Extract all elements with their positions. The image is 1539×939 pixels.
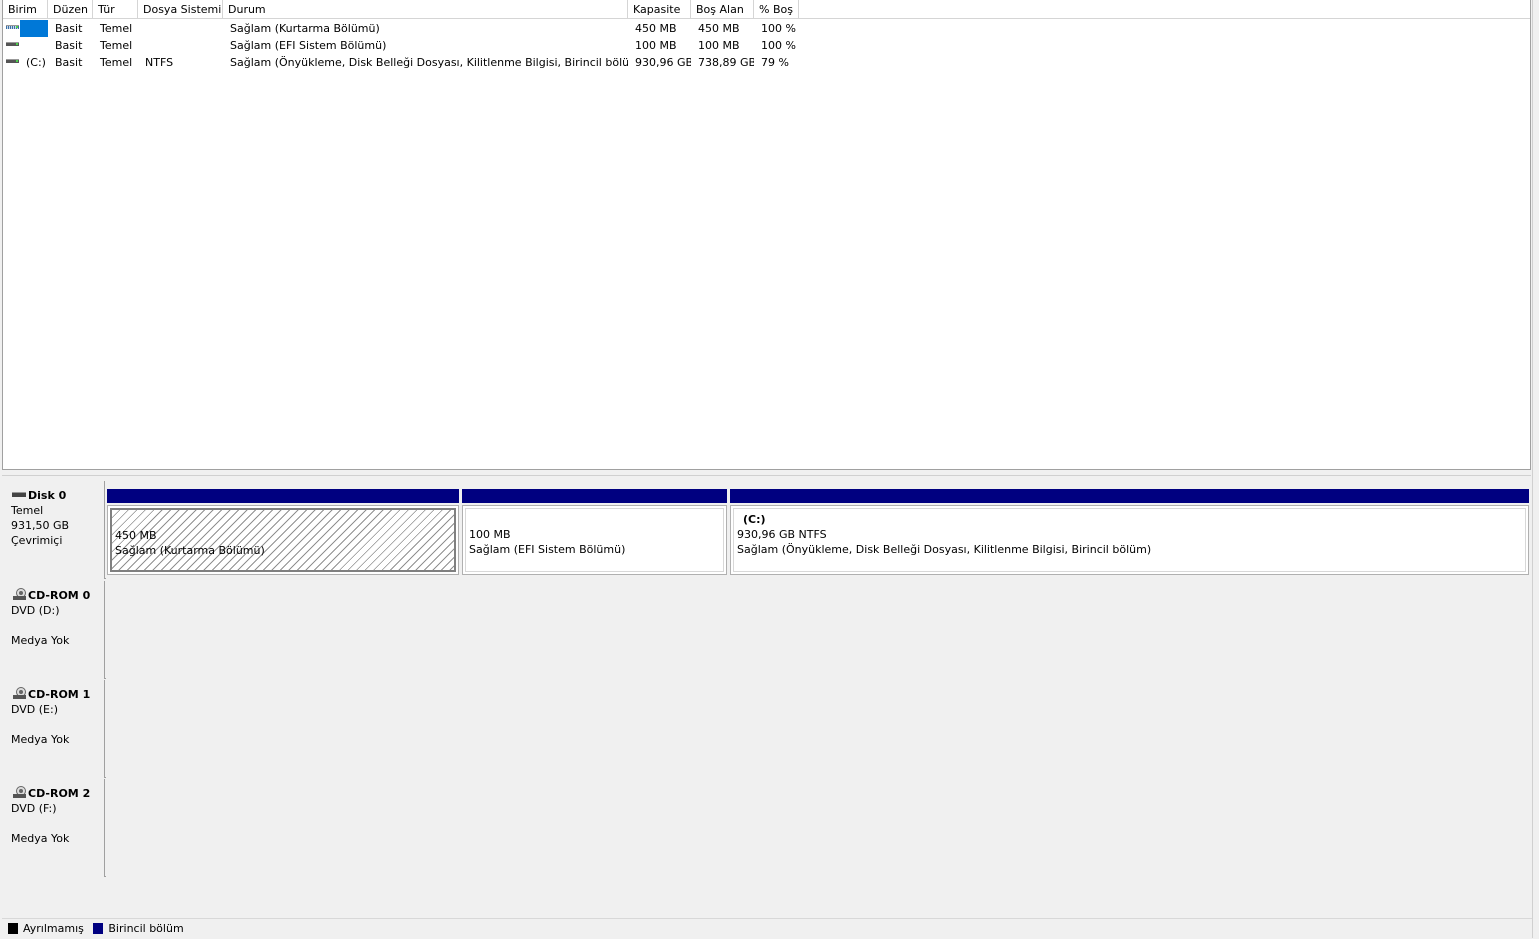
cd-rom-2-body — [106, 779, 1532, 877]
partition-content: 450 MB Sağlam (Kurtarma Bölümü) — [110, 508, 456, 572]
disk-status: Medya Yok — [11, 832, 70, 845]
partition-status: Sağlam (Kurtarma Bölümü) — [115, 544, 265, 557]
cd-rom-0-body — [106, 581, 1532, 679]
column-header-duzen[interactable]: Düzen — [48, 0, 93, 19]
cell-bos-alan: 738,89 GB — [698, 56, 754, 69]
partition-label: (C:) — [743, 513, 766, 526]
cell-kapasite: 450 MB — [635, 22, 677, 35]
column-header-tur[interactable]: Tür — [93, 0, 138, 19]
cell-tur: Temel — [100, 22, 133, 35]
column-header-row: Birim Düzen Tür Dosya Sistemi Durum Kapa… — [3, 0, 1530, 19]
volume-icon — [6, 59, 19, 65]
disk-name: CD-ROM 2 — [28, 787, 91, 800]
disk-row-disk-0: Disk 0 Temel 931,50 GB Çevrimiçi 450 MB … — [2, 481, 1532, 579]
disk-row-cd-rom-0: CD-ROM 0 DVD (D:) Medya Yok — [2, 581, 1532, 679]
column-header-yuzde-bos[interactable]: % Boş — [754, 0, 799, 19]
disk-type: DVD (F:) — [11, 802, 57, 815]
disk-size: 931,50 GB — [11, 519, 70, 532]
partition-box: 100 MB Sağlam (EFI Sistem Bölümü) — [462, 505, 727, 575]
cell-yuzde-bos: 79 % — [761, 56, 789, 69]
cell-birim — [21, 37, 48, 54]
partition-header-bar — [462, 489, 727, 503]
disk-name: CD-ROM 1 — [28, 688, 91, 701]
cell-tur: Temel — [100, 56, 133, 69]
cell-duzen: Basit — [55, 56, 83, 69]
window-right-edge — [1532, 0, 1539, 938]
cell-dosya-sistemi: NTFS — [145, 56, 174, 69]
partition-header-bar — [107, 489, 459, 503]
volume-icon — [6, 42, 19, 48]
cd-rom-2-label[interactable]: CD-ROM 2 DVD (F:) Medya Yok — [2, 779, 105, 877]
partition-box: (C:) 930,96 GB NTFS Sağlam (Önyükleme, D… — [730, 505, 1529, 575]
column-header-kapasite[interactable]: Kapasite — [628, 0, 691, 19]
disk-name: CD-ROM 0 — [28, 589, 91, 602]
cell-yuzde-bos: 100 % — [761, 39, 796, 52]
cell-kapasite: 100 MB — [635, 39, 677, 52]
partition-header-bar — [730, 489, 1529, 503]
cell-bos-alan: 100 MB — [698, 39, 740, 52]
legend-bar: Ayrılmamış Birincil bölüm — [2, 918, 1532, 938]
disk-row-cd-rom-1: CD-ROM 1 DVD (E:) Medya Yok — [2, 680, 1532, 778]
cd-rom-icon — [13, 588, 26, 600]
partition-efi[interactable]: 100 MB Sağlam (EFI Sistem Bölümü) — [462, 489, 727, 577]
partition-size: 100 MB — [469, 528, 511, 541]
disk-0-label[interactable]: Disk 0 Temel 931,50 GB Çevrimiçi — [2, 481, 105, 579]
legend-item-primary: Birincil bölüm — [93, 919, 184, 939]
table-row[interactable]: Basit Temel Sağlam (EFI Sistem Bölümü) 1… — [3, 37, 1530, 54]
partition-recovery[interactable]: 450 MB Sağlam (Kurtarma Bölümü) — [107, 489, 459, 577]
cell-yuzde-bos: 100 % — [761, 22, 796, 35]
cell-birim: (C:) — [26, 56, 46, 69]
disk-0-partitions: 450 MB Sağlam (Kurtarma Bölümü) 100 MB S… — [106, 481, 1532, 579]
unallocated-swatch — [8, 923, 18, 934]
primary-swatch — [93, 923, 104, 934]
volume-list[interactable]: Birim Düzen Tür Dosya Sistemi Durum Kapa… — [2, 0, 1531, 470]
column-header-birim[interactable]: Birim — [3, 0, 48, 19]
disk-status: Çevrimiçi — [11, 534, 63, 547]
partition-box: 450 MB Sağlam (Kurtarma Bölümü) — [107, 505, 459, 575]
legend-label: Birincil bölüm — [108, 922, 184, 935]
legend-item-unallocated: Ayrılmamış — [8, 919, 84, 939]
partition-c-drive[interactable]: (C:) 930,96 GB NTFS Sağlam (Önyükleme, D… — [730, 489, 1529, 577]
cell-dosya-sistemi — [140, 37, 223, 54]
cell-bos-alan: 450 MB — [698, 22, 740, 35]
hard-disk-icon — [12, 492, 26, 497]
cell-durum: Sağlam (Kurtarma Bölümü) — [230, 22, 380, 35]
partition-status: Sağlam (EFI Sistem Bölümü) — [469, 543, 626, 556]
table-row[interactable]: (C:) Basit Temel NTFS Sağlam (Önyükleme,… — [3, 54, 1530, 71]
cell-duzen: Basit — [55, 39, 83, 52]
cell-duzen: Basit — [55, 22, 83, 35]
cell-dosya-sistemi — [140, 20, 223, 37]
disk-graphical-view: Disk 0 Temel 931,50 GB Çevrimiçi 450 MB … — [2, 476, 1532, 918]
volume-icon — [6, 25, 19, 31]
disk-type: DVD (E:) — [11, 703, 59, 716]
column-header-dosya-sistemi[interactable]: Dosya Sistemi — [138, 0, 223, 19]
table-row[interactable]: Basit Temel Sağlam (Kurtarma Bölümü) 450… — [3, 20, 1530, 37]
disk-status: Medya Yok — [11, 634, 70, 647]
disk-row-cd-rom-2: CD-ROM 2 DVD (F:) Medya Yok — [2, 779, 1532, 877]
cell-kapasite: 930,96 GB — [635, 56, 691, 69]
column-header-durum[interactable]: Durum — [223, 0, 628, 19]
disk-status: Medya Yok — [11, 733, 70, 746]
column-header-bos-alan[interactable]: Boş Alan — [691, 0, 754, 19]
cell-durum: Sağlam (EFI Sistem Bölümü) — [230, 39, 387, 52]
partition-size: 450 MB — [115, 529, 157, 542]
partition-content: 100 MB Sağlam (EFI Sistem Bölümü) — [465, 508, 724, 572]
legend-label: Ayrılmamış — [23, 922, 84, 935]
cd-rom-icon — [13, 687, 26, 699]
cd-rom-1-label[interactable]: CD-ROM 1 DVD (E:) Medya Yok — [2, 680, 105, 778]
cd-rom-icon — [13, 786, 26, 798]
cell-tur: Temel — [100, 39, 133, 52]
partition-content: (C:) 930,96 GB NTFS Sağlam (Önyükleme, D… — [733, 508, 1526, 572]
cd-rom-1-body — [106, 680, 1532, 778]
cell-birim — [21, 20, 48, 37]
disk-type: DVD (D:) — [11, 604, 60, 617]
partition-status: Sağlam (Önyükleme, Disk Belleği Dosyası,… — [737, 543, 1152, 556]
partition-size: 930,96 GB NTFS — [737, 528, 827, 541]
cell-durum: Sağlam (Önyükleme, Disk Belleği Dosyası,… — [230, 56, 628, 69]
cd-rom-0-label[interactable]: CD-ROM 0 DVD (D:) Medya Yok — [2, 581, 105, 679]
disk-name: Disk 0 — [28, 489, 67, 502]
disk-type: Temel — [11, 504, 44, 517]
